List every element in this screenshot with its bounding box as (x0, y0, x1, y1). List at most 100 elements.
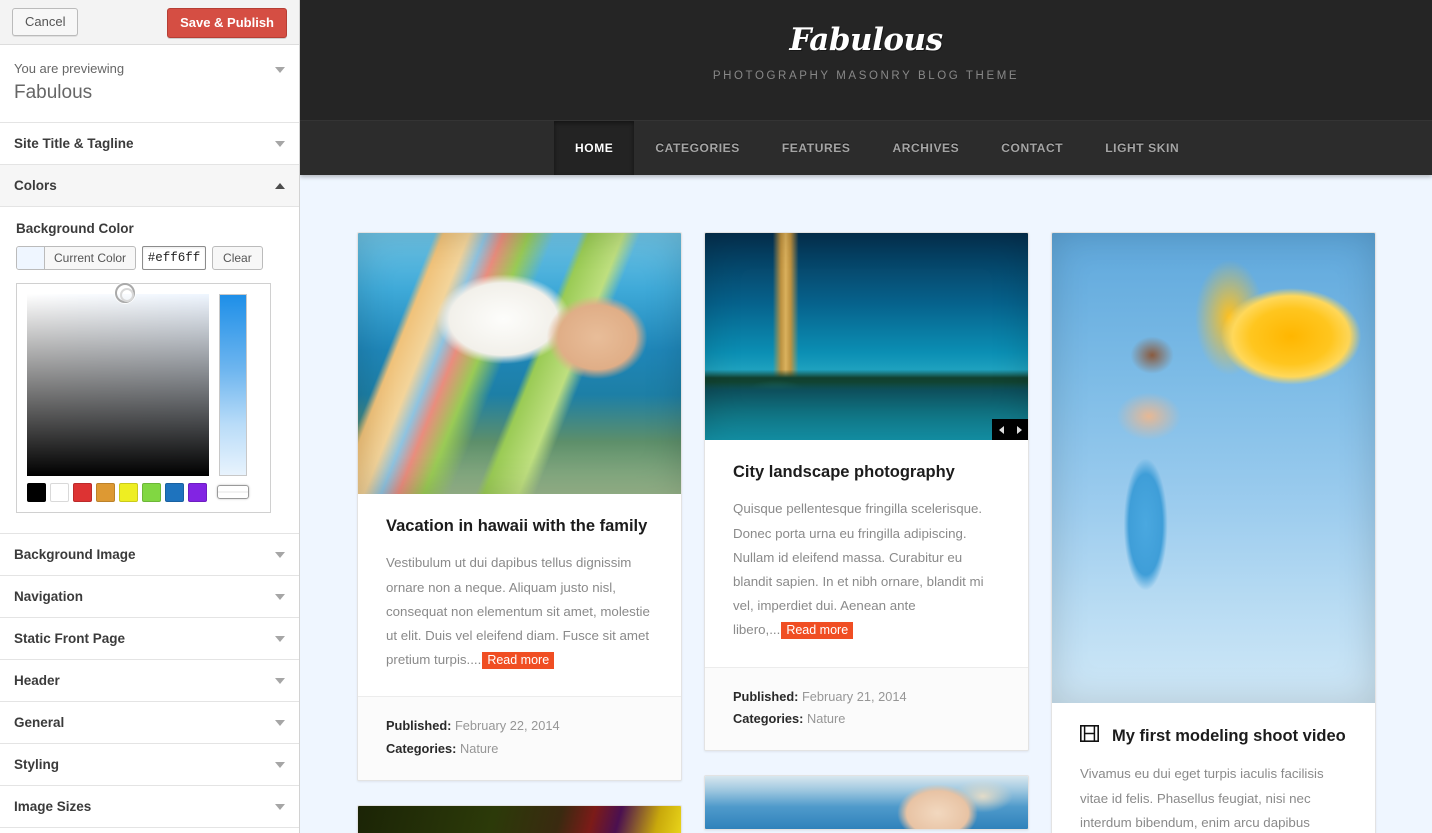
primary-navigation: HOME CATEGORIES FEATURES ARCHIVES CONTAC… (300, 120, 1432, 175)
nav-item-home[interactable]: HOME (554, 121, 635, 175)
nav-item-contact[interactable]: CONTACT (980, 121, 1084, 175)
hue-slider[interactable] (219, 294, 247, 477)
sidebar-section-site-title-tagline[interactable]: Site Title & Tagline (0, 123, 299, 166)
post-card-vacation-in-hawaii[interactable]: Vacation in hawaii with the family Vesti… (357, 232, 682, 782)
post-body: My first modeling shoot video Vivamus eu… (1052, 703, 1375, 833)
sidebar-section-general[interactable]: General (0, 702, 299, 745)
color-palette-row (27, 483, 209, 503)
post-thumbnail-eiffel-tower[interactable] (705, 233, 1028, 440)
slider-next-button[interactable] (1010, 419, 1028, 440)
theme-preview-header[interactable]: You are previewing Fabulous (0, 45, 299, 124)
section-title: Styling (14, 757, 60, 773)
excerpt-text: Vestibulum ut dui dapibus tellus digniss… (386, 555, 650, 668)
hue-strip-area (217, 294, 249, 502)
palette-swatch-black[interactable] (27, 483, 46, 503)
chevron-down-icon (275, 67, 285, 73)
post-card-partial-dark[interactable] (357, 805, 682, 833)
background-color-label: Background Color (16, 221, 134, 237)
slider-prev-button[interactable] (992, 419, 1010, 440)
categories-label: Categories: (733, 710, 804, 726)
post-body: Vacation in hawaii with the family Vesti… (358, 494, 681, 696)
post-thumbnail-dark-colorful[interactable] (358, 806, 681, 833)
read-more-link[interactable]: Read more (781, 622, 854, 640)
palette-swatch-yellow[interactable] (119, 483, 138, 503)
slider-navigation (992, 419, 1028, 440)
site-logo[interactable]: Fabulous (300, 22, 1432, 58)
masonry-column-1: Vacation in hawaii with the family Vesti… (357, 232, 682, 833)
chevron-down-icon (275, 551, 285, 558)
sidebar-section-styling[interactable]: Styling (0, 744, 299, 787)
nav-item-archives[interactable]: ARCHIVES (871, 121, 980, 175)
post-published-row: Published: February 22, 2014 (386, 715, 653, 737)
post-thumbnail-woman-with-yellow-scarf[interactable] (1052, 233, 1375, 703)
post-title[interactable]: Vacation in hawaii with the family (386, 516, 653, 537)
clear-color-button[interactable]: Clear (212, 246, 263, 271)
section-title: General (14, 715, 65, 731)
chevron-down-icon (275, 635, 285, 642)
palette-swatch-purple[interactable] (188, 483, 207, 503)
post-title[interactable]: City landscape photography (733, 462, 1000, 483)
film-icon (1080, 725, 1099, 748)
sidebar-section-image-sizes[interactable]: Image Sizes (0, 786, 299, 829)
chevron-down-icon (275, 719, 285, 726)
palette-swatch-orange[interactable] (96, 483, 115, 503)
chevron-down-icon (275, 677, 285, 684)
category-value[interactable]: Nature (460, 741, 498, 756)
category-value[interactable]: Nature (807, 711, 845, 726)
post-categories-row: Categories: Nature (386, 738, 653, 760)
post-thumbnail-girl-in-hammock[interactable] (358, 233, 681, 494)
post-title[interactable]: My first modeling shoot video (1080, 725, 1347, 748)
chevron-down-icon (275, 593, 285, 600)
chevron-down-icon (275, 803, 285, 810)
saturation-value-area (27, 283, 209, 503)
post-card-my-first-modeling-shoot-video[interactable]: My first modeling shoot video Vivamus eu… (1051, 232, 1376, 833)
colors-panel: Background Color Current Color Clear (0, 207, 299, 535)
previewing-label: You are previewing (14, 61, 125, 76)
customizer-action-bar: Cancel Save & Publish (0, 0, 299, 45)
post-excerpt: Quisque pellentesque fringilla scelerisq… (733, 497, 1000, 642)
post-title-text: My first modeling shoot video (1112, 727, 1346, 745)
post-excerpt: Vivamus eu dui eget turpis iaculis facil… (1080, 766, 1324, 830)
current-color-button[interactable]: Current Color (16, 246, 137, 271)
save-and-publish-button[interactable]: Save & Publish (167, 8, 287, 38)
hex-color-input[interactable] (142, 246, 207, 271)
hue-slider-handle[interactable] (217, 485, 249, 500)
section-title: Image Sizes (14, 799, 92, 815)
chevron-down-icon (275, 761, 285, 768)
image-vignette (1052, 233, 1375, 703)
palette-swatch-green[interactable] (142, 483, 161, 503)
chevron-right-icon (1016, 425, 1022, 434)
sidebar-section-colors[interactable]: Colors (0, 165, 299, 208)
palette-swatch-red[interactable] (73, 483, 92, 503)
published-date: February 21, 2014 (801, 688, 907, 704)
palette-swatch-white[interactable] (50, 483, 69, 503)
section-title: Site Title & Tagline (14, 136, 134, 152)
sidebar-section-header[interactable]: Header (0, 660, 299, 703)
masonry-column-3: My first modeling shoot video Vivamus eu… (1051, 232, 1376, 833)
post-meta: Published: February 21, 2014 Categories:… (705, 666, 1028, 751)
post-body: City landscape photography Quisque pelle… (705, 440, 1028, 667)
read-more-link[interactable]: Read more (482, 652, 555, 670)
nav-item-categories[interactable]: CATEGORIES (634, 121, 760, 175)
cancel-button[interactable]: Cancel (12, 8, 79, 36)
saturation-value-square[interactable] (27, 283, 209, 477)
post-card-partial-poolside[interactable] (704, 775, 1029, 831)
post-card-city-landscape[interactable]: City landscape photography Quisque pelle… (704, 232, 1029, 752)
site-header: Fabulous PHOTOGRAPHY MASONRY BLOG THEME (300, 0, 1432, 120)
theme-preview-frame: Fabulous PHOTOGRAPHY MASONRY BLOG THEME … (300, 0, 1432, 833)
post-thumbnail-blonde-woman-poolside[interactable] (705, 776, 1028, 830)
color-picker-handle[interactable] (115, 283, 135, 304)
sidebar-section-navigation[interactable]: Navigation (0, 576, 299, 619)
palette-swatch-blue[interactable] (165, 483, 184, 503)
color-swatch[interactable] (17, 247, 45, 270)
nav-item-features[interactable]: FEATURES (761, 121, 872, 175)
previewing-theme-name: Fabulous (14, 81, 93, 103)
sidebar-section-background-image[interactable]: Background Image (0, 534, 299, 577)
published-date: February 22, 2014 (454, 718, 560, 734)
nav-item-light-skin[interactable]: LIGHT SKIN (1084, 121, 1200, 175)
section-title: Colors (14, 178, 57, 194)
image-vignette (358, 233, 681, 494)
sidebar-section-static-front-page[interactable]: Static Front Page (0, 618, 299, 661)
chevron-down-icon (275, 140, 285, 147)
iris-color-picker[interactable] (16, 283, 271, 514)
